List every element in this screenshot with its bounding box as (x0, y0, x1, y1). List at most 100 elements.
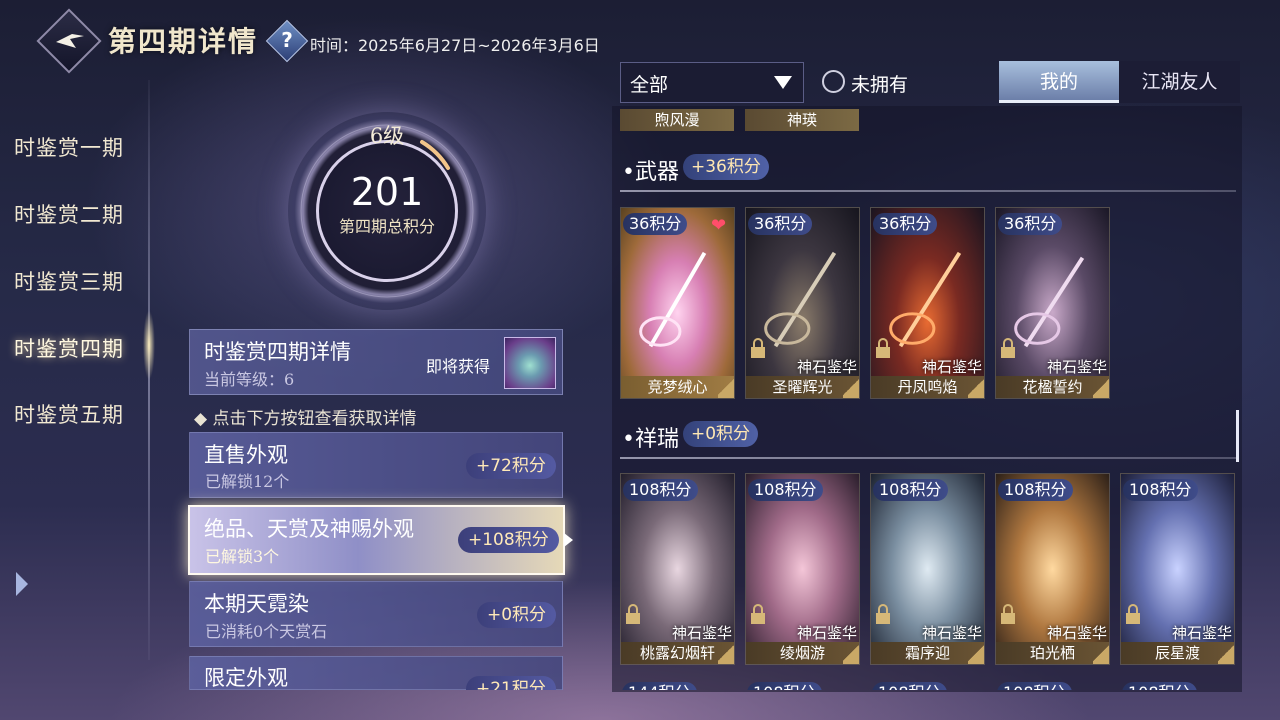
item-points: 108积分 (997, 682, 1072, 690)
item-tag: 神石鉴华 (796, 358, 857, 376)
category-subtitle: 已消耗0个天赏石 (205, 622, 328, 641)
hint-text: ◆ 点击下方按钮查看获取详情 (194, 409, 417, 429)
tab-mine[interactable]: 我的 (999, 61, 1119, 103)
item-points: 36积分 (748, 213, 813, 235)
item-tag: 神石鉴华 (796, 624, 857, 642)
heart-icon[interactable]: ❤ (711, 215, 726, 236)
section-bullet-icon: • (622, 160, 635, 185)
section-points: +0积分 (683, 421, 759, 447)
scrollbar-thumb[interactable] (1236, 410, 1239, 462)
item-card[interactable]: 108积分 神石鉴华 霜序迎 (870, 473, 985, 665)
total-score-label: 第四期总积分 (338, 217, 435, 236)
corner-ornament (843, 376, 859, 398)
item-points: 36积分 (873, 213, 938, 235)
filter-dropdown-value: 全部 (630, 74, 669, 96)
corner-ornament (1093, 642, 1109, 664)
item-tag: 神石鉴华 (921, 624, 982, 642)
total-score: 201 (350, 170, 424, 214)
upcoming-reward-label: 即将获得 (426, 357, 491, 376)
item-card[interactable]: 36积分 神石鉴华 丹凤鸣焰 (870, 207, 985, 399)
item-tag: 神石鉴华 (921, 358, 982, 376)
next-row-clip: 144积分 108积分 108积分 108积分 108积分 (620, 680, 1236, 690)
section-divider (620, 457, 1236, 459)
nav-item-period-1[interactable]: 时鉴赏一期 (14, 132, 124, 162)
item-card[interactable]: 108积分 神石鉴华 绫烟游 (745, 473, 860, 665)
lock-icon (1001, 338, 1015, 358)
level-label: 6级 (369, 124, 405, 148)
lock-icon (1001, 604, 1015, 624)
nav-item-period-4[interactable]: 时鉴赏四期 (14, 333, 124, 363)
selected-indicator-icon (564, 533, 573, 547)
corner-ornament (968, 376, 984, 398)
lock-icon (876, 604, 890, 624)
category-points: +108积分 (458, 527, 559, 553)
current-level: 当前等级：6 (204, 370, 295, 389)
nav-item-period-5[interactable]: 时鉴赏五期 (14, 399, 124, 429)
tab-friends[interactable]: 江湖友人 (1119, 61, 1240, 103)
caret-down-icon (774, 76, 792, 89)
item-tag: 神石鉴华 (1171, 624, 1232, 642)
item-points: 108积分 (1123, 479, 1198, 501)
nav-item-period-3[interactable]: 时鉴赏三期 (14, 266, 124, 296)
guitar-weapon-icon (639, 251, 707, 348)
item-points: 108积分 (873, 479, 948, 501)
item-points: 36积分 (998, 213, 1063, 235)
item-card[interactable]: 36积分 神石鉴华 圣曜辉光 (745, 207, 860, 399)
unowned-radio[interactable] (822, 70, 845, 93)
item-card[interactable]: 108积分 神石鉴华 桃露幻烟轩 (620, 473, 735, 665)
lock-icon (751, 338, 765, 358)
item-card[interactable]: 36积分 ❤ 竞梦绒心 (620, 207, 735, 399)
corner-ornament (1218, 642, 1234, 664)
category-subtitle: 已解锁3个 (205, 547, 280, 566)
item-card[interactable]: 108积分 神石鉴华 珀光栖 (995, 473, 1110, 665)
section-title-mounts: •祥瑞 (622, 427, 679, 452)
category-title: 限定外观 (204, 666, 288, 690)
item-card[interactable]: 36积分 神石鉴华 花楹誓约 (995, 207, 1110, 399)
page-title: 第四期详情 (108, 25, 259, 58)
item-points: 36积分 (623, 213, 688, 235)
corner-ornament (718, 376, 734, 398)
corner-ornament (1093, 376, 1109, 398)
category-points: +21积分 (466, 676, 556, 690)
prev-item-name[interactable]: 煦风漫 (620, 109, 734, 131)
nav-item-period-2[interactable]: 时鉴赏二期 (14, 199, 124, 229)
section-title-weapons: •武器 (622, 160, 679, 185)
lock-icon (876, 338, 890, 358)
prev-item-name[interactable]: 神瑛 (745, 109, 859, 131)
item-tag: 神石鉴华 (1046, 358, 1107, 376)
back-arrow-icon (56, 34, 84, 48)
item-points: 108积分 (998, 479, 1073, 501)
upcoming-reward-icon[interactable] (504, 337, 556, 389)
left-arrow-icon[interactable] (16, 572, 28, 596)
item-points: 108积分 (623, 479, 698, 501)
corner-ornament (843, 642, 859, 664)
category-title: 绝品、天赏及神赐外观 (204, 517, 414, 541)
nav-active-glow (143, 310, 155, 380)
category-points: +0积分 (477, 602, 557, 628)
item-tag: 神石鉴华 (1046, 624, 1107, 642)
category-points: +72积分 (466, 453, 556, 479)
category-title: 直售外观 (204, 443, 288, 467)
section-bullet-icon: • (622, 427, 635, 452)
unowned-radio-label: 未拥有 (851, 74, 909, 96)
period-detail-title: 时鉴赏四期详情 (204, 340, 351, 364)
item-points: 108积分 (747, 682, 822, 690)
category-points-clip: +21积分 (466, 676, 556, 690)
period-text: 时间：2025年6月27日~2026年3月6日 (310, 36, 600, 55)
item-card[interactable]: 108积分 神石鉴华 辰星渡 (1120, 473, 1235, 665)
section-divider (620, 190, 1236, 192)
question-icon: ? (281, 28, 293, 52)
corner-ornament (718, 642, 734, 664)
corner-ornament (968, 642, 984, 664)
item-points: 108积分 (872, 682, 947, 690)
item-tag: 神石鉴华 (671, 624, 732, 642)
lock-icon (626, 604, 640, 624)
item-points: 108积分 (1122, 682, 1197, 690)
category-subtitle: 已解锁12个 (205, 472, 290, 491)
section-points: +36积分 (683, 154, 769, 180)
item-points: 108积分 (748, 479, 823, 501)
category-title: 本期天霓染 (204, 592, 309, 616)
item-points: 144积分 (622, 682, 697, 690)
lock-icon (1126, 604, 1140, 624)
lock-icon (751, 604, 765, 624)
